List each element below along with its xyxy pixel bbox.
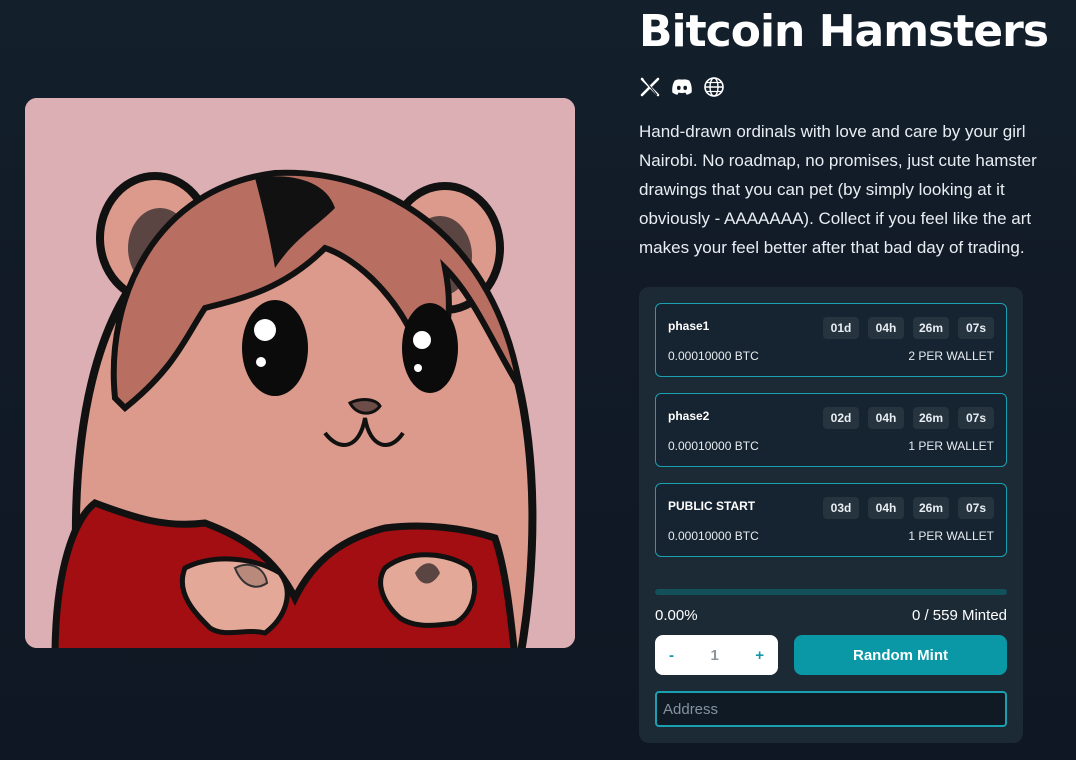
timer-minutes: 26m — [913, 497, 949, 519]
timer-days: 01d — [823, 317, 859, 339]
quantity-stepper: - 1 + — [655, 635, 778, 675]
increment-button[interactable]: + — [755, 647, 764, 664]
timer-hours: 04h — [868, 497, 904, 519]
phase-wallet-limit: 1 PER WALLET — [908, 529, 994, 543]
address-input[interactable] — [655, 691, 1007, 727]
timer-minutes: 26m — [913, 317, 949, 339]
phase-card-2[interactable]: phase2 02d 04h 26m 07s 0.00010000 BTC 1 … — [655, 393, 1007, 467]
hamster-illustration — [25, 98, 575, 648]
collection-title: Bitcoin Hamsters — [639, 6, 1049, 57]
mint-percent: 0.00% — [655, 607, 698, 624]
phase-price: 0.00010000 BTC — [668, 439, 759, 453]
phase-name: phase1 — [668, 319, 710, 333]
timer-days: 03d — [823, 497, 859, 519]
phase-name: PUBLIC START — [668, 499, 756, 513]
nft-artwork — [25, 98, 575, 648]
phase-card-3[interactable]: PUBLIC START 03d 04h 26m 07s 0.00010000 … — [655, 483, 1007, 557]
x-icon[interactable] — [639, 76, 661, 98]
timer-minutes: 26m — [913, 407, 949, 429]
countdown-timer: 01d 04h 26m 07s — [823, 317, 994, 339]
phase-price: 0.00010000 BTC — [668, 529, 759, 543]
phase-wallet-limit: 1 PER WALLET — [908, 439, 994, 453]
phase-price: 0.00010000 BTC — [668, 349, 759, 363]
countdown-timer: 02d 04h 26m 07s — [823, 407, 994, 429]
timer-hours: 04h — [868, 317, 904, 339]
timer-seconds: 07s — [958, 497, 994, 519]
phase-card-1[interactable]: phase1 01d 04h 26m 07s 0.00010000 BTC 2 … — [655, 303, 1007, 377]
mint-progress-bar — [655, 589, 1007, 595]
collection-description: Hand-drawn ordinals with love and care b… — [639, 122, 1037, 257]
phase-name: phase2 — [668, 409, 710, 423]
decrement-button[interactable]: - — [669, 647, 674, 664]
countdown-timer: 03d 04h 26m 07s — [823, 497, 994, 519]
timer-seconds: 07s — [958, 407, 994, 429]
timer-seconds: 07s — [958, 317, 994, 339]
quantity-value[interactable]: 1 — [710, 647, 718, 664]
timer-hours: 04h — [868, 407, 904, 429]
minted-count: 0 / 559 Minted — [911, 607, 1007, 624]
timer-days: 02d — [823, 407, 859, 429]
social-links — [639, 76, 725, 98]
discord-icon[interactable] — [671, 76, 693, 98]
random-mint-button[interactable]: Random Mint — [794, 635, 1007, 675]
globe-icon[interactable] — [703, 76, 725, 98]
phase-wallet-limit: 2 PER WALLET — [908, 349, 994, 363]
mint-panel: phase1 01d 04h 26m 07s 0.00010000 BTC 2 … — [639, 287, 1023, 743]
